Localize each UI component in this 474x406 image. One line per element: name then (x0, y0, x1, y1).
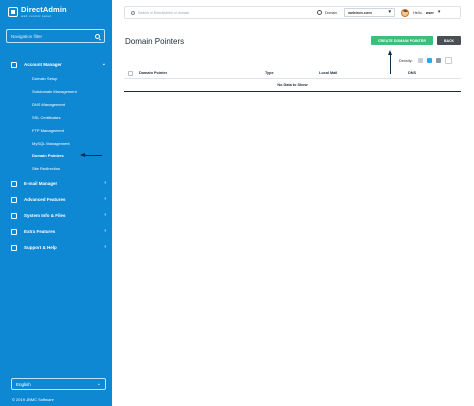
menu-label: System Info & Files (24, 213, 66, 218)
back-button[interactable]: BACK (437, 36, 461, 45)
chevron-down-icon: ⌄ (101, 61, 106, 67)
sidebar-item-dns-management[interactable]: DNS Management (32, 101, 65, 108)
menu-system-info-files[interactable]: System Info & Files › (11, 211, 106, 220)
navigation-filter-placeholder: Navigation filter (11, 33, 43, 39)
chevron-right-icon: › (104, 180, 106, 186)
menu-label: Advanced Features (24, 197, 66, 202)
system-icon (11, 212, 17, 219)
domain-select[interactable]: webtron.com ▾ (344, 8, 396, 17)
menu-label: Account Manager (24, 62, 62, 67)
empty-table-message: No Data to Show (124, 79, 461, 92)
menu-advanced-features[interactable]: Advanced Features › (11, 195, 106, 204)
density-wide-icon[interactable] (435, 58, 441, 63)
domain-switcher: Domain webtron.com ▾ Hello, user ▾ (317, 8, 440, 17)
extra-icon (11, 228, 17, 235)
menu-label: Support & Help (24, 245, 57, 250)
language-select[interactable]: English ⌄ (11, 378, 106, 390)
chevron-down-icon: ▾ (388, 9, 392, 15)
copyright: © 2019 JBMC Software (12, 397, 54, 402)
logo-tagline: web control panel (21, 13, 52, 18)
sidebar-item-site-redirection[interactable]: Site Redirection (32, 165, 60, 172)
navigation-filter-input[interactable]: Navigation filter (6, 29, 105, 43)
density-control: Density: (399, 57, 456, 64)
menu-support-help[interactable]: Support & Help › (11, 243, 106, 252)
sidebar-item-ssl-certificates[interactable]: SSL Certificates (32, 114, 61, 121)
support-icon (11, 244, 17, 251)
domain-pointers-table: Domain Pointer Type Local Mail DNS No Da… (124, 68, 461, 92)
user-menu[interactable]: user (426, 11, 434, 15)
density-normal-icon[interactable] (426, 58, 432, 63)
menu-label: E-mail Manager (24, 181, 58, 186)
chevron-right-icon: › (104, 196, 106, 202)
global-search-input[interactable]: Search in DirectAdmin or domain (125, 10, 317, 15)
menu-email-manager[interactable]: E-mail Manager › (11, 179, 106, 188)
menu-extra-features[interactable]: Extra Features › (11, 227, 106, 236)
sidebar-item-ftp-management[interactable]: FTP Management (32, 127, 64, 134)
email-icon (11, 180, 17, 187)
select-all-checkbox[interactable] (128, 70, 133, 76)
column-header-domain-pointer[interactable]: Domain Pointer (139, 71, 167, 75)
column-header-type[interactable]: Type (265, 71, 274, 75)
menu-account-manager[interactable]: Account Manager ⌄ (11, 60, 106, 69)
search-icon (131, 10, 135, 15)
domain-label: Domain (325, 10, 338, 15)
column-header-local-mail[interactable]: Local Mail (319, 71, 337, 75)
globe-icon (317, 10, 322, 15)
directadmin-logo[interactable]: DirectAdmin web control panel (8, 5, 67, 19)
chevron-right-icon: › (104, 244, 106, 250)
sidebar: DirectAdmin web control panel Navigation… (0, 0, 112, 406)
account-icon (11, 61, 17, 68)
sidebar-item-domain-setup[interactable]: Domain Setup (32, 75, 57, 82)
density-compact-icon[interactable] (417, 58, 423, 63)
sidebar-item-mysql-management[interactable]: MySQL Management (32, 140, 70, 147)
chevron-right-icon: › (104, 228, 106, 234)
domain-value: webtron.com (348, 10, 372, 15)
search-icon[interactable] (95, 33, 100, 39)
greeting: Hello, (413, 10, 423, 15)
avatar[interactable] (401, 8, 410, 17)
density-label: Density: (399, 58, 413, 63)
logo-mark-icon (8, 7, 18, 17)
create-domain-pointer-button[interactable]: CREATE DOMAIN POINTER (371, 36, 433, 45)
advanced-icon (11, 196, 17, 203)
menu-label: Extra Features (24, 229, 56, 234)
language-value: English (16, 381, 31, 387)
top-bar: Search in DirectAdmin or domain Domain w… (124, 6, 461, 19)
sidebar-item-domain-pointers[interactable]: Domain Pointers (32, 152, 64, 159)
sidebar-item-subdomain-management[interactable]: Subdomain Management (32, 88, 77, 95)
logo-name: DirectAdmin (21, 5, 67, 15)
table-header: Domain Pointer Type Local Mail DNS (124, 68, 461, 79)
column-header-dns[interactable]: DNS (408, 71, 416, 75)
global-search-placeholder: Search in DirectAdmin or domain (138, 10, 190, 15)
chevron-right-icon: › (104, 212, 106, 218)
chevron-down-icon: ⌄ (96, 380, 101, 387)
page-title: Domain Pointers (125, 37, 185, 46)
column-settings-icon[interactable] (444, 57, 452, 64)
chevron-down-icon[interactable]: ▾ (438, 10, 441, 15)
annotation-arrow-left-icon (80, 153, 102, 158)
